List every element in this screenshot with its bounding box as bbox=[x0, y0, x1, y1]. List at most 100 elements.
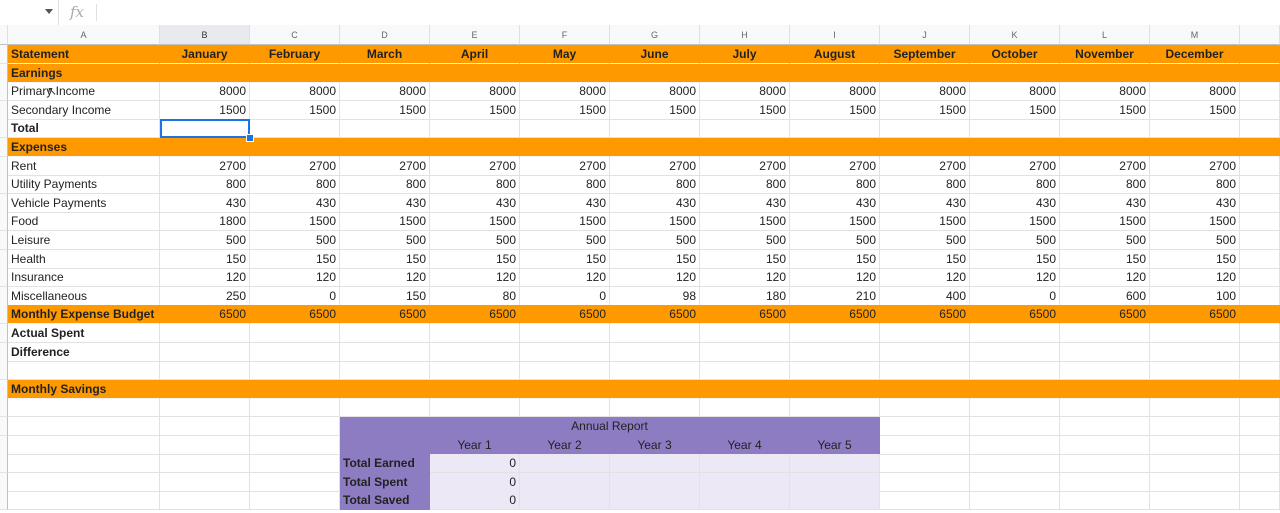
cell[interactable] bbox=[970, 472, 1060, 492]
value-cell[interactable]: 800 bbox=[610, 175, 700, 195]
cell[interactable] bbox=[610, 491, 700, 511]
cell[interactable] bbox=[880, 491, 970, 511]
value-cell[interactable]: 8000 bbox=[340, 82, 430, 102]
value-cell[interactable]: 150 bbox=[880, 249, 970, 269]
value-cell[interactable]: 430 bbox=[700, 193, 790, 213]
value-cell[interactable]: 430 bbox=[790, 193, 880, 213]
row-label[interactable]: Rent bbox=[8, 156, 160, 176]
column-header-e[interactable]: E bbox=[430, 25, 520, 45]
value-cell[interactable]: 1500 bbox=[520, 212, 610, 232]
cell[interactable] bbox=[1240, 63, 1280, 83]
cell[interactable] bbox=[250, 472, 340, 492]
row-header[interactable] bbox=[0, 63, 8, 83]
cell[interactable] bbox=[520, 342, 610, 362]
row-header[interactable] bbox=[0, 472, 8, 492]
value-cell[interactable]: 120 bbox=[700, 268, 790, 288]
value-cell[interactable]: 430 bbox=[1060, 193, 1150, 213]
cell[interactable] bbox=[1240, 212, 1280, 232]
column-header-f[interactable]: F bbox=[520, 25, 610, 45]
cell[interactable] bbox=[610, 398, 700, 418]
cell[interactable] bbox=[970, 417, 1060, 436]
cell[interactable] bbox=[1240, 417, 1280, 436]
annual-report-value[interactable]: 0 bbox=[430, 491, 520, 511]
value-cell[interactable]: 6500 bbox=[1150, 305, 1240, 325]
cell[interactable] bbox=[8, 472, 160, 492]
value-cell[interactable]: 1500 bbox=[1150, 100, 1240, 120]
value-cell[interactable]: 1500 bbox=[1150, 212, 1240, 232]
cell[interactable] bbox=[970, 379, 1060, 399]
cell[interactable] bbox=[610, 63, 700, 83]
cell[interactable] bbox=[1150, 138, 1240, 157]
value-cell[interactable]: 2700 bbox=[1060, 156, 1150, 176]
value-cell[interactable]: 150 bbox=[250, 249, 340, 269]
cell[interactable] bbox=[160, 454, 250, 474]
column-header-m[interactable]: M bbox=[1150, 25, 1240, 45]
cell[interactable] bbox=[520, 379, 610, 399]
value-cell[interactable]: 6500 bbox=[160, 305, 250, 325]
value-cell[interactable]: 150 bbox=[790, 249, 880, 269]
value-cell[interactable]: 500 bbox=[340, 231, 430, 250]
cell[interactable] bbox=[250, 491, 340, 511]
cell[interactable] bbox=[1150, 379, 1240, 399]
cell[interactable] bbox=[8, 417, 160, 436]
value-cell[interactable]: 800 bbox=[880, 175, 970, 195]
value-cell[interactable]: 1500 bbox=[340, 100, 430, 120]
header-january[interactable]: January bbox=[160, 45, 250, 64]
cell[interactable] bbox=[8, 454, 160, 474]
cell[interactable] bbox=[610, 379, 700, 399]
cell[interactable] bbox=[610, 361, 700, 381]
cell[interactable] bbox=[8, 491, 160, 511]
cell[interactable] bbox=[430, 398, 520, 418]
value-cell[interactable]: 400 bbox=[880, 286, 970, 306]
cell[interactable] bbox=[340, 361, 430, 381]
cell[interactable] bbox=[610, 119, 700, 139]
row-header[interactable] bbox=[0, 491, 8, 511]
cell[interactable] bbox=[700, 342, 790, 362]
row-label[interactable]: Health bbox=[8, 249, 160, 269]
cell[interactable] bbox=[1150, 491, 1240, 511]
row-header[interactable] bbox=[0, 268, 8, 288]
cell[interactable] bbox=[700, 454, 790, 474]
header-statement[interactable]: Statement bbox=[8, 45, 160, 64]
value-cell[interactable]: 430 bbox=[250, 193, 340, 213]
value-cell[interactable]: 430 bbox=[970, 193, 1060, 213]
row-header[interactable] bbox=[0, 398, 8, 418]
value-cell[interactable]: 8000 bbox=[700, 82, 790, 102]
cell[interactable] bbox=[250, 435, 340, 455]
cell[interactable] bbox=[1240, 138, 1280, 157]
cell[interactable] bbox=[1240, 305, 1280, 325]
cell[interactable] bbox=[700, 491, 790, 511]
cell[interactable] bbox=[790, 342, 880, 362]
cell[interactable] bbox=[970, 491, 1060, 511]
value-cell[interactable]: 1500 bbox=[970, 100, 1060, 120]
row-header[interactable] bbox=[0, 231, 8, 250]
cell[interactable] bbox=[250, 454, 340, 474]
row-label[interactable]: Secondary Income bbox=[8, 100, 160, 120]
section-label-expenses[interactable]: Expenses bbox=[8, 138, 160, 157]
cell[interactable] bbox=[970, 342, 1060, 362]
cell[interactable] bbox=[970, 361, 1060, 381]
value-cell[interactable]: 1500 bbox=[1060, 100, 1150, 120]
cell[interactable] bbox=[790, 361, 880, 381]
value-cell[interactable]: 800 bbox=[520, 175, 610, 195]
cell[interactable] bbox=[430, 379, 520, 399]
cell[interactable] bbox=[1060, 324, 1150, 343]
cell[interactable] bbox=[1150, 324, 1240, 343]
header-november[interactable]: November bbox=[1060, 45, 1150, 64]
annual-report-label[interactable]: Total Earned bbox=[340, 454, 430, 474]
row-label[interactable]: Food bbox=[8, 212, 160, 232]
value-cell[interactable]: 150 bbox=[430, 249, 520, 269]
cell[interactable] bbox=[790, 472, 880, 492]
value-cell[interactable]: 8000 bbox=[160, 82, 250, 102]
value-cell[interactable]: 150 bbox=[340, 286, 430, 306]
cell[interactable] bbox=[160, 342, 250, 362]
cell[interactable] bbox=[880, 342, 970, 362]
cell[interactable] bbox=[610, 324, 700, 343]
cell[interactable] bbox=[1060, 435, 1150, 455]
cell[interactable] bbox=[520, 398, 610, 418]
row-label-difference[interactable]: Difference bbox=[8, 342, 160, 362]
annual-report-label[interactable]: Total Spent bbox=[340, 472, 430, 492]
cell[interactable] bbox=[250, 138, 340, 157]
row-header[interactable] bbox=[0, 342, 8, 362]
value-cell[interactable]: 8000 bbox=[880, 82, 970, 102]
